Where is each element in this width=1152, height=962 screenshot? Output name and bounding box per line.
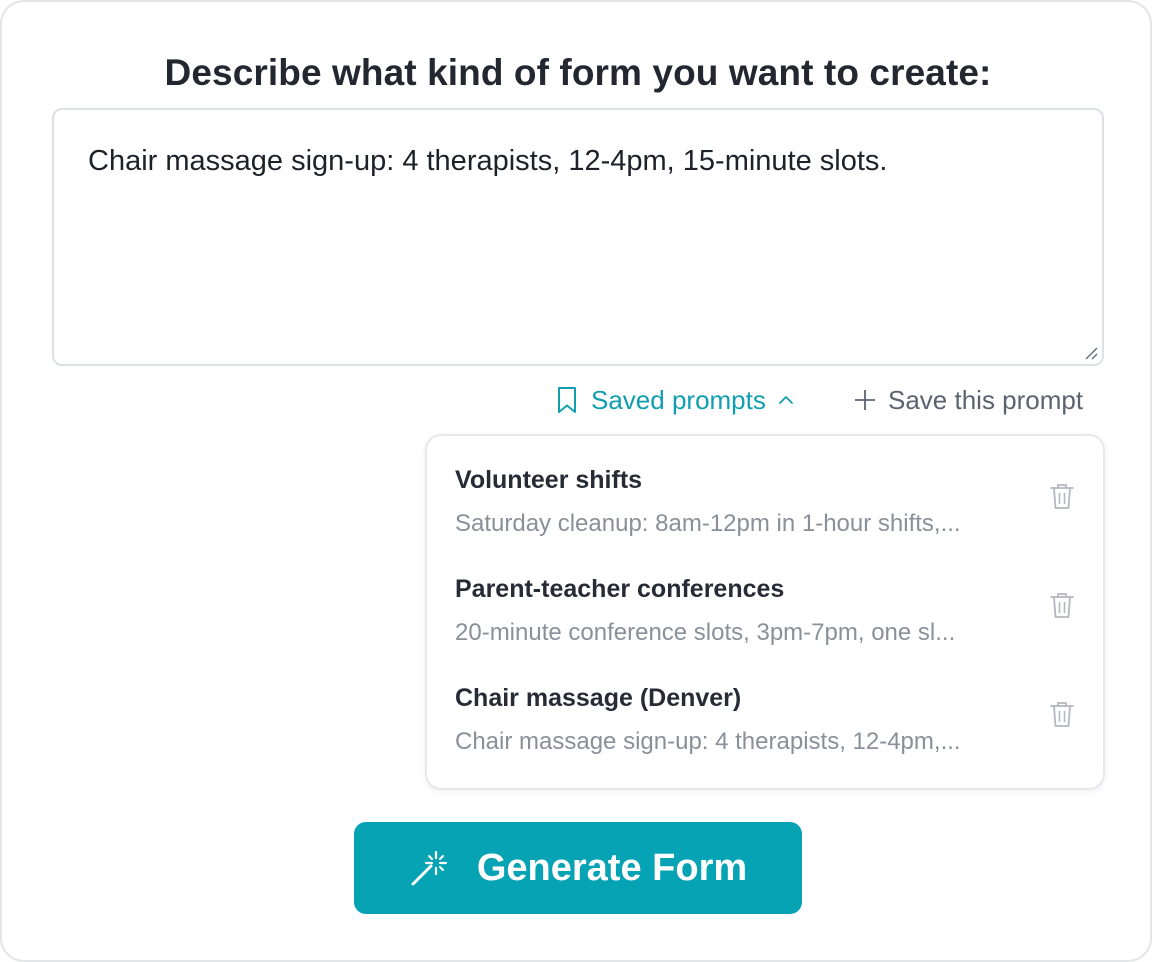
saved-prompt-title: Volunteer shifts xyxy=(455,466,643,494)
saved-prompt-item[interactable]: Volunteer shifts Saturday cleanup: 8am-1… xyxy=(455,466,1075,562)
trash-icon[interactable] xyxy=(1049,700,1075,728)
saved-prompt-title: Chair massage (Denver) xyxy=(455,684,742,712)
chevron-up-icon xyxy=(778,396,793,404)
saved-prompt-item[interactable]: Chair massage (Denver) Chair massage sig… xyxy=(455,684,1075,780)
save-prompt-button[interactable]: Save this prompt xyxy=(854,380,1083,420)
saved-prompt-item[interactable]: Parent-teacher conferences 20-minute con… xyxy=(455,575,1075,671)
bookmark-icon xyxy=(558,387,576,413)
saved-prompt-description: Chair massage sign-up: 4 therapists, 12-… xyxy=(455,728,961,755)
save-prompt-label: Save this prompt xyxy=(888,384,1084,415)
saved-prompt-description: Saturday cleanup: 8am-12pm in 1-hour shi… xyxy=(455,510,961,537)
trash-icon[interactable] xyxy=(1049,482,1075,510)
resize-handle-icon[interactable] xyxy=(1083,345,1099,361)
trash-icon[interactable] xyxy=(1049,591,1075,619)
form-generator-card: Describe what kind of form you want to c… xyxy=(0,0,1152,962)
magic-wand-icon xyxy=(411,850,447,886)
saved-prompts-dropdown: Volunteer shifts Saturday cleanup: 8am-1… xyxy=(425,434,1105,790)
saved-prompt-title: Parent-teacher conferences xyxy=(455,575,785,603)
plus-icon xyxy=(855,390,875,410)
prompt-textarea[interactable]: Chair massage sign-up: 4 therapists, 12-… xyxy=(52,108,1104,366)
page-title: Describe what kind of form you want to c… xyxy=(164,52,992,93)
generate-form-label: Generate Form xyxy=(476,846,748,889)
generate-form-button[interactable]: Generate Form xyxy=(354,822,802,914)
saved-prompt-description: 20-minute conference slots, 3pm-7pm, one… xyxy=(455,619,956,646)
prompt-text[interactable]: Chair massage sign-up: 4 therapists, 12-… xyxy=(88,143,1072,179)
saved-prompts-button[interactable]: Saved prompts xyxy=(555,380,794,420)
saved-prompts-label: Saved prompts xyxy=(591,384,766,415)
